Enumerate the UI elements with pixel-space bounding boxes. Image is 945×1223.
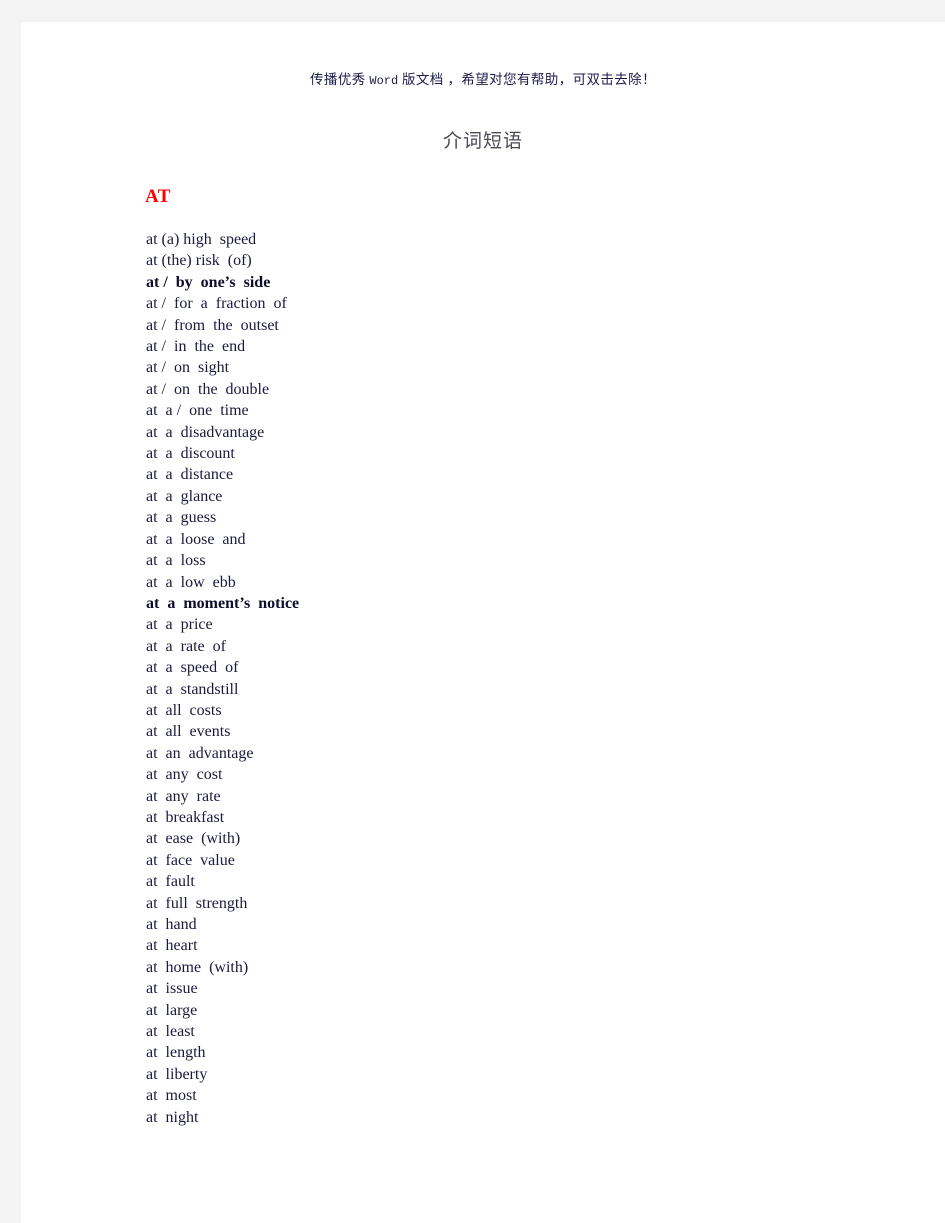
phrase-item: at issue xyxy=(146,980,198,998)
phrase-item: at / on sight xyxy=(146,359,230,377)
phrase-item: at least xyxy=(146,1023,195,1041)
section-heading-at: AT xyxy=(145,186,171,207)
phrase-item: at home (with) xyxy=(146,958,249,976)
phrase-item: at a moment’s notice xyxy=(146,594,300,612)
phrase-item: at / on the double xyxy=(146,380,270,398)
phrase-item: at all events xyxy=(146,723,231,741)
phrase-item: at a disadvantage xyxy=(146,423,265,441)
phrase-item: at a standstill xyxy=(146,680,239,698)
header-note-prefix: 传播优秀 xyxy=(310,72,370,87)
document-page: 传播优秀 Word 版文档 ，希望对您有帮助，可双击去除！ 介词短语 AT at… xyxy=(21,22,945,1223)
phrase-item: at heart xyxy=(146,937,198,955)
phrase-item: at a discount xyxy=(146,445,235,463)
phrase-item: at a guess xyxy=(146,509,217,527)
phrase-item: at night xyxy=(146,1108,199,1126)
phrase-item: at any cost xyxy=(146,766,223,784)
phrase-item: at a price xyxy=(146,616,213,634)
phrase-item: at hand xyxy=(146,916,197,933)
page-title: 介词短语 xyxy=(442,131,523,152)
phrase-item: at a rate of xyxy=(146,637,226,655)
phrase-item: at any rate xyxy=(146,787,221,805)
phrase-item: at / in the end xyxy=(146,338,246,356)
phrase-item: at length xyxy=(146,1044,206,1062)
phrase-item: at most xyxy=(146,1087,197,1105)
phrase-item: at ease (with) xyxy=(146,830,241,848)
document-header-note: 传播优秀 Word 版文档 ，希望对您有帮助，可双击去除！ xyxy=(21,68,945,88)
phrase-item: at face value xyxy=(146,851,235,869)
phrase-item: at fault xyxy=(146,873,195,891)
phrase-item: at a low ebb xyxy=(146,573,236,591)
phrase-item: at breakfast xyxy=(146,808,225,826)
phrase-item: at a speed of xyxy=(146,659,239,677)
page-surround-top xyxy=(0,0,945,22)
phrase-item: at a loss xyxy=(146,552,206,570)
phrase-item: at / for a fraction of xyxy=(146,295,287,313)
phrase-item: at a distance xyxy=(146,466,234,484)
phrase-item: at all costs xyxy=(146,701,222,719)
page-surround-left xyxy=(0,22,21,1223)
phrase-item: at an advantage xyxy=(146,744,254,762)
phrase-item: at / by one’s side xyxy=(146,273,271,291)
phrase-item: at (a) high speed xyxy=(146,231,257,248)
phrase-item: at (the) risk (of) xyxy=(146,252,252,270)
phrase-item: at / from the outset xyxy=(146,316,279,334)
phrase-item: at liberty xyxy=(146,1065,208,1083)
phrase-list: at (a) high speed at (the) risk (of) at / … xyxy=(146,229,846,1128)
phrase-item: at a / one time xyxy=(146,402,249,420)
phrase-item: at a glance xyxy=(146,487,223,505)
header-note-latin: Word xyxy=(369,74,399,88)
phrase-item: at large xyxy=(146,1001,198,1019)
phrase-item: at full strength xyxy=(146,894,248,912)
header-note-suffix: 版文档 ，希望对您有帮助，可双击去除！ xyxy=(398,72,656,87)
phrase-item: at a loose and xyxy=(146,530,246,548)
